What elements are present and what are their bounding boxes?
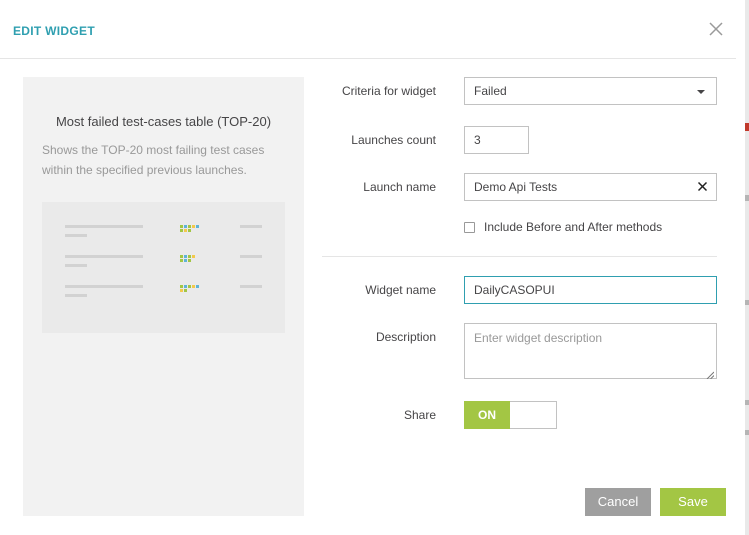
widget-preview-panel: Most failed test-cases table (TOP-20) Sh… (23, 77, 304, 516)
chevron-down-icon (697, 90, 705, 94)
background-marker (745, 195, 749, 201)
launches-count-input[interactable]: 3 (464, 126, 529, 154)
description-label: Description (375, 330, 436, 344)
widget-name-input[interactable]: DailyCASOPUI (464, 276, 717, 304)
launches-count-value: 3 (474, 133, 481, 147)
resize-handle-icon[interactable] (706, 368, 715, 380)
share-toggle-state: ON (464, 401, 510, 429)
include-methods-label[interactable]: Include Before and After methods (484, 220, 662, 234)
criteria-label: Criteria for widget (341, 84, 436, 98)
cancel-button[interactable]: Cancel (585, 488, 651, 516)
save-button[interactable]: Save (660, 488, 726, 516)
share-toggle[interactable]: ON (464, 401, 557, 429)
widget-thumbnail (42, 202, 285, 333)
edit-widget-dialog: EDIT WIDGET Most failed test-cases table… (0, 0, 745, 535)
background-marker (745, 300, 749, 305)
launch-name-label: Launch name (363, 180, 436, 194)
launches-count-label: Launches count (351, 133, 436, 147)
thumbnail-row (42, 285, 285, 305)
dialog-title: EDIT WIDGET (13, 24, 95, 38)
widget-type-description: Shows the TOP-20 most failing test cases… (42, 143, 265, 177)
thumbnail-row (42, 255, 285, 275)
background-marker (745, 400, 749, 405)
share-label: Share (403, 408, 436, 422)
description-placeholder: Enter widget description (474, 331, 603, 345)
launch-name-input[interactable]: Demo Api Tests (464, 173, 717, 201)
background-marker (745, 123, 749, 131)
background-page-edge (745, 0, 749, 535)
criteria-select[interactable]: Failed (464, 77, 717, 105)
description-textarea[interactable]: Enter widget description (464, 323, 717, 380)
close-icon[interactable] (706, 19, 726, 39)
clear-icon[interactable] (697, 181, 708, 192)
background-marker (745, 430, 749, 435)
thumbnail-row (42, 225, 285, 245)
form-divider (322, 256, 717, 257)
launch-name-value: Demo Api Tests (474, 180, 558, 194)
widget-type-title: Most failed test-cases table (TOP-20) (55, 114, 272, 129)
dialog-header: EDIT WIDGET (0, 0, 736, 59)
widget-name-label: Widget name (365, 283, 436, 297)
widget-name-value: DailyCASOPUI (474, 283, 555, 297)
criteria-value: Failed (474, 84, 507, 98)
include-methods-checkbox[interactable] (464, 222, 475, 233)
